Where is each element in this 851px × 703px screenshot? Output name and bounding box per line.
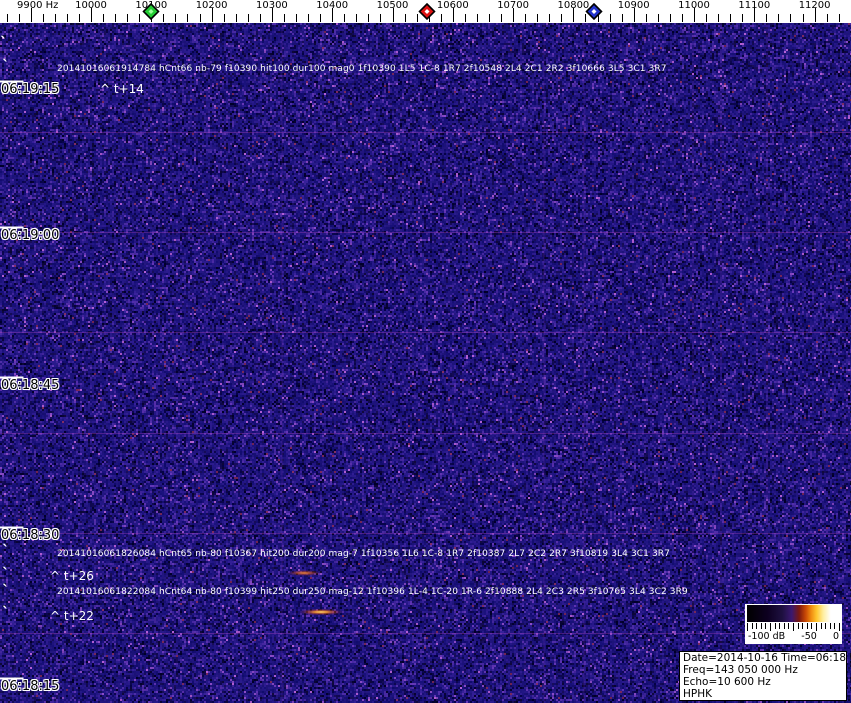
time-label: 06:18:30 (0, 527, 60, 543)
event-tickmark: ` (2, 582, 10, 600)
rx-frequency-line: Freq=143 050 000 Hz (683, 664, 798, 676)
freq-label: 10700 (497, 0, 529, 11)
freq-label: 9900 Hz (16, 0, 59, 11)
event-log-line: 20141016061914784 hCnt66 nb-79 f10390 hi… (57, 64, 667, 74)
event-tickmark: ` (0, 34, 8, 52)
waterfall-spectrogram[interactable] (0, 23, 851, 703)
status-info-box: Date=2014-10-16 Time=06:18 UTC Freq=143 … (679, 651, 851, 701)
time-label: 06:18:45 (0, 377, 60, 393)
green-diamond-marker[interactable] (142, 2, 160, 21)
event-tickmark: ` (2, 542, 10, 560)
frequency-ruler: 9900 Hz100001010010200103001040010500106… (0, 0, 851, 23)
db-scale-ticks (747, 623, 840, 631)
freq-label: 10900 (617, 0, 650, 11)
time-offset-caret: ^ t+22 (50, 609, 94, 623)
event-tickmark: ` (2, 57, 10, 75)
freq-label: 10000 (75, 0, 107, 11)
blue-diamond-marker-icon (585, 2, 603, 21)
blue-diamond-marker[interactable] (585, 2, 603, 21)
freq-label: 10400 (316, 0, 349, 11)
spectrogram-app: 9900 Hz100001010010200103001040010500106… (0, 0, 851, 703)
freq-label: 10300 (255, 0, 288, 11)
time-label: 06:19:00 (0, 227, 60, 243)
echo-frequency-line: Echo=10 600 Hz (683, 676, 771, 688)
db-gradient-bar (747, 605, 840, 622)
time-label: 06:18:15 (0, 678, 60, 694)
freq-label: 11000 (678, 0, 710, 11)
time-offset-caret: ^ t+26 (50, 569, 94, 583)
freq-label: 10200 (195, 0, 228, 11)
event-log-line: 20141016061822084 hCnt64 nb-80 f10399 hi… (57, 587, 688, 597)
freq-label: 10500 (376, 0, 409, 11)
red-diamond-marker-icon (418, 2, 436, 21)
red-diamond-marker[interactable] (418, 2, 436, 21)
db-scale-labels: -100 dB -50 0 (745, 631, 842, 642)
station-id-line: HPHK (683, 688, 713, 700)
freq-label: 11100 (738, 0, 771, 11)
date-time-line: Date=2014-10-16 Time=06:18 UTC (683, 652, 851, 664)
time-offset-caret: ^ t+14 (100, 82, 144, 96)
event-tickmark: ` (2, 565, 10, 583)
green-diamond-marker-icon (142, 2, 160, 21)
event-log-line: 20141016061826084 hCnt65 nb-80 f10367 hi… (57, 549, 670, 559)
time-label: 06:19:15 (0, 81, 60, 97)
event-tickmark: ` (2, 604, 10, 622)
db-min-label: -100 dB (748, 631, 786, 642)
db-color-scale: -100 dB -50 0 (745, 604, 842, 644)
db-max-label: 0 (832, 631, 839, 642)
freq-label: 11200 (798, 0, 831, 11)
db-mid-label: -50 (801, 631, 817, 642)
freq-label: 10600 (436, 0, 469, 11)
